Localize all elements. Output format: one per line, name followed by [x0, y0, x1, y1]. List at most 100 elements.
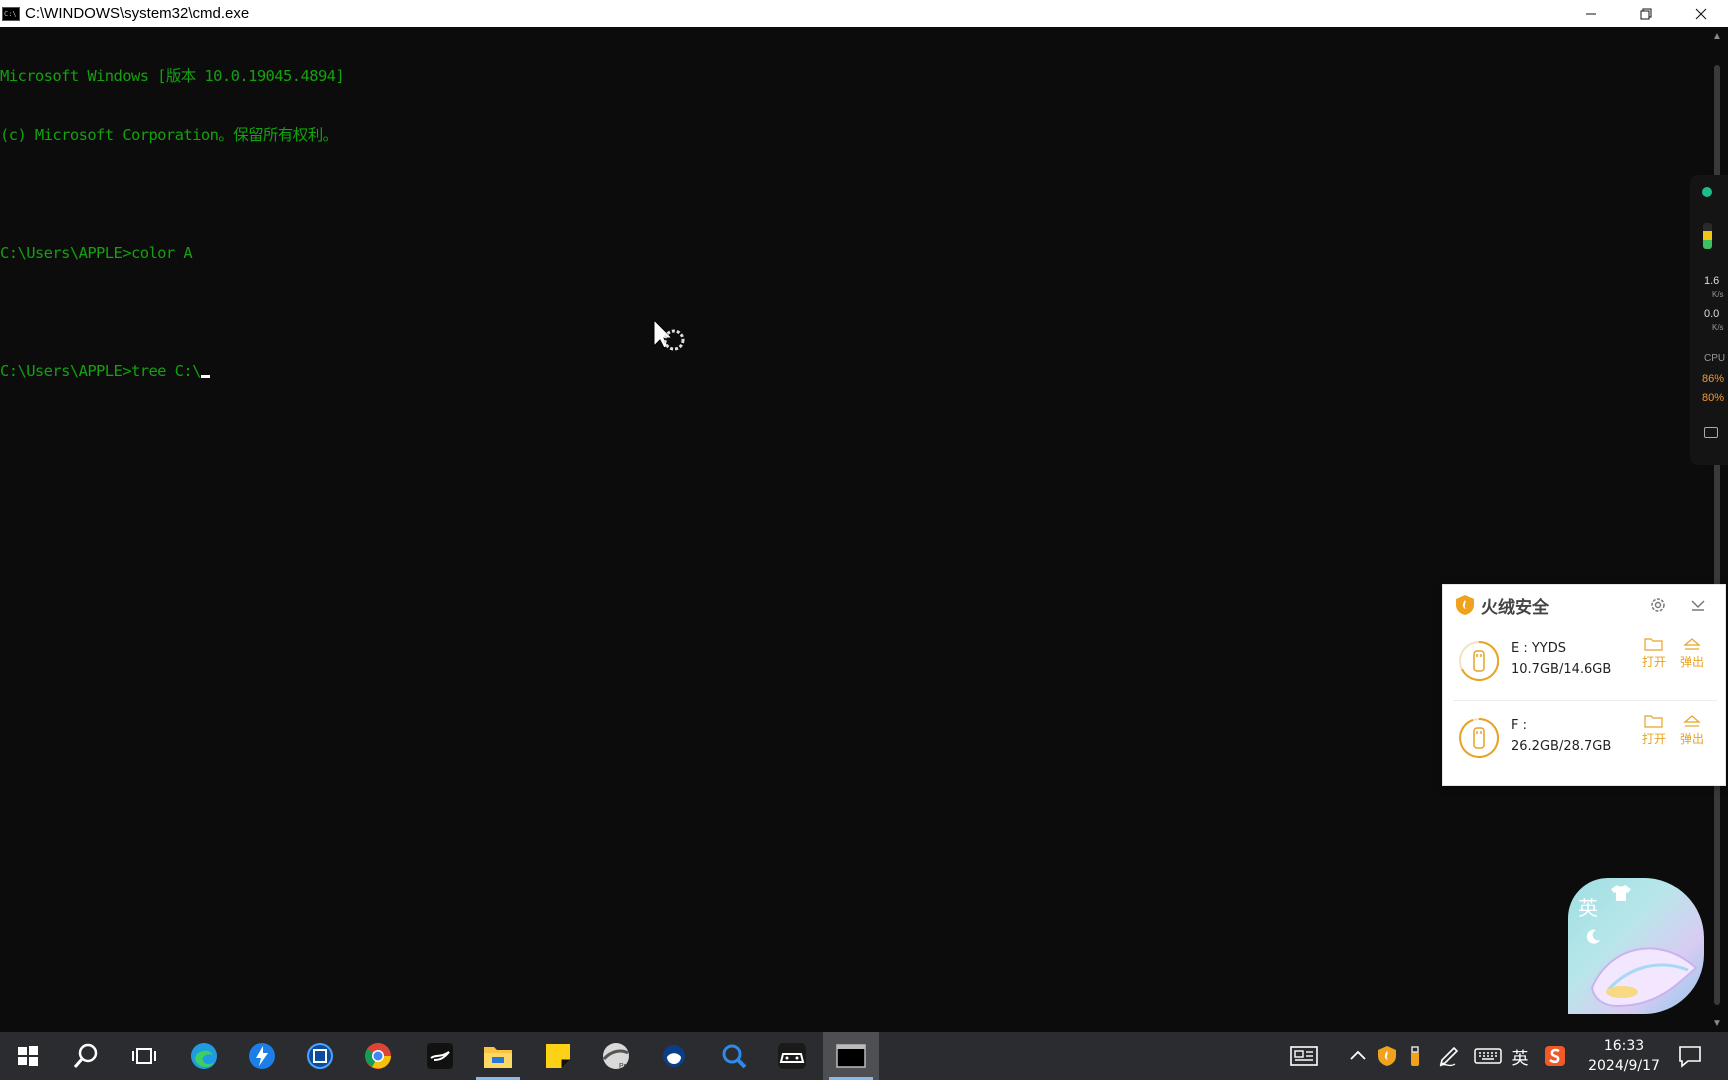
huorong-tray-icon[interactable]	[1375, 1044, 1399, 1068]
action-center-notification-icon[interactable]	[1678, 1044, 1702, 1068]
minimize-button[interactable]	[1563, 0, 1618, 27]
taskbar-app-file-explorer[interactable]	[470, 1032, 526, 1080]
taskbar-app-game[interactable]	[764, 1032, 820, 1080]
usb-device-icon[interactable]	[1403, 1044, 1427, 1068]
typora-icon	[427, 1043, 453, 1069]
download-speed: 0.0	[1704, 308, 1720, 320]
minimize-icon	[1585, 13, 1596, 14]
close-icon	[1695, 8, 1706, 19]
taskbar-app-typora[interactable]	[412, 1032, 468, 1080]
text-cursor	[200, 375, 210, 378]
eject-icon	[1683, 638, 1701, 650]
blue-app-icon	[663, 1045, 685, 1067]
chrome-icon	[365, 1043, 391, 1069]
popup-title: 火绒安全	[1481, 597, 1549, 618]
drive-size: 26.2GB/28.7GB	[1511, 739, 1612, 754]
eject-drive-button[interactable]: 弹出	[1677, 637, 1707, 670]
show-hidden-icons-chevron-icon[interactable]	[1346, 1044, 1370, 1068]
scroll-up-arrow-icon[interactable]: ▲	[1706, 27, 1728, 45]
pro-app-icon: Pro	[602, 1043, 630, 1070]
drive-name: F :	[1511, 718, 1527, 733]
drive-size: 10.7GB/14.6GB	[1511, 662, 1612, 677]
sogou-ime-icon[interactable]	[1543, 1044, 1567, 1068]
touch-keyboard-icon[interactable]	[1474, 1044, 1502, 1068]
download-unit: K/s	[1712, 323, 1724, 332]
memory-usage: 80%	[1702, 392, 1725, 404]
collapse-chevron-icon[interactable]	[1689, 595, 1707, 613]
huorong-logo-icon	[1456, 595, 1474, 615]
windows-start-icon	[18, 1046, 38, 1066]
taskbar-clock[interactable]: 16:33 2024/9/17	[1574, 1036, 1674, 1076]
cmd-app-icon[interactable]: C:\	[2, 6, 20, 21]
window-titlebar[interactable]: C:\ C:\WINDOWS\system32\cmd.exe	[0, 0, 1728, 27]
cmd-icon	[836, 1044, 866, 1068]
taskbar-app-sticky-notes[interactable]	[530, 1032, 586, 1080]
clock-time: 16:33	[1603, 1038, 1645, 1054]
input-language-indicator[interactable]: 英	[1508, 1044, 1532, 1069]
window-title: C:\WINDOWS\system32\cmd.exe	[25, 5, 250, 22]
ime-mode-indicator: 英	[1578, 896, 1598, 920]
eject-icon	[1683, 715, 1701, 727]
thunder-icon	[249, 1043, 275, 1069]
performance-monitor-widget[interactable]: 1.6 K/s 0.0 K/s CPU 86% 80%	[1690, 175, 1728, 465]
folder-open-icon	[1644, 715, 1663, 728]
pen-workspace-icon[interactable]	[1437, 1044, 1461, 1068]
upload-unit: K/s	[1712, 290, 1724, 299]
svg-text:Pro: Pro	[619, 1063, 630, 1070]
clock-date: 2024/9/17	[1588, 1058, 1660, 1074]
console-output[interactable]: Microsoft Windows [版本 10.0.19045.4894] (…	[0, 27, 1706, 1032]
news-widget-icon[interactable]	[1290, 1044, 1318, 1068]
start-button[interactable]	[0, 1032, 56, 1080]
seashell-icon	[1590, 947, 1698, 1008]
task-view-button[interactable]	[116, 1032, 172, 1080]
drive-item-e[interactable]: E : YYDS 10.7GB/14.6GB 打开 弹出	[1443, 625, 1727, 701]
console-prompt-line[interactable]: C:\Users\APPLE>tree C:\	[0, 362, 1706, 382]
taskbar-app-cmd[interactable]	[823, 1032, 879, 1080]
search-icon	[73, 1043, 98, 1068]
restore-button[interactable]	[1618, 0, 1673, 27]
taskbar-app-edge[interactable]	[176, 1032, 232, 1080]
taskbar-app-blue[interactable]	[292, 1032, 348, 1080]
taskbar-app-chrome[interactable]	[350, 1032, 406, 1080]
busy-cursor-icon	[653, 318, 685, 351]
taskbar-app-blue-circle[interactable]	[646, 1032, 702, 1080]
memory-bar-icon	[1703, 223, 1712, 249]
usb-drive-usage-icon	[1461, 641, 1499, 681]
scroll-down-arrow-icon[interactable]: ▼	[1706, 1014, 1728, 1032]
console-line: (c) Microsoft Corporation。保留所有权利。	[0, 126, 338, 144]
app-icon	[307, 1043, 333, 1069]
cpu-label: CPU	[1704, 353, 1726, 364]
sticky-notes-icon	[546, 1044, 570, 1068]
security-usb-popup[interactable]: 火绒安全 E : YYDS 10.7GB/14.6GB 打开 弹出 F: 26…	[1442, 584, 1726, 786]
folder-open-icon	[1644, 638, 1663, 651]
upload-speed: 1.6	[1704, 275, 1720, 287]
edge-icon	[191, 1043, 217, 1069]
taskbar-app-pro[interactable]: Pro	[588, 1032, 644, 1080]
game-controller-icon	[778, 1043, 806, 1069]
taskbar: Pro 英 16:33 2024/9/17	[0, 1032, 1728, 1080]
taskbar-app-magnifier[interactable]	[706, 1032, 762, 1080]
status-dot-icon	[1702, 187, 1712, 197]
open-drive-button[interactable]: 打开	[1639, 637, 1669, 670]
console-current-command: C:\Users\APPLE>tree C:\	[0, 362, 201, 380]
drive-item-f[interactable]: F : 26.2GB/28.7GB 打开 弹出	[1443, 702, 1727, 778]
file-explorer-icon	[484, 1047, 512, 1068]
close-button[interactable]	[1673, 0, 1728, 27]
task-view-icon	[132, 1048, 156, 1064]
shirt-icon	[1611, 885, 1631, 901]
eject-drive-button[interactable]: 弹出	[1677, 714, 1707, 747]
ime-mascot-widget[interactable]: 英	[1568, 878, 1704, 1014]
screenshot-icon[interactable]	[1704, 427, 1718, 438]
taskbar-app-thunder[interactable]	[234, 1032, 290, 1080]
console-line: Microsoft Windows [版本 10.0.19045.4894]	[0, 67, 345, 85]
settings-gear-icon[interactable]	[1649, 596, 1667, 614]
restore-icon	[1640, 8, 1651, 19]
search-button[interactable]	[58, 1032, 114, 1080]
open-drive-button[interactable]: 打开	[1639, 714, 1669, 747]
console-line: C:\Users\APPLE>color A	[0, 244, 193, 262]
cpu-usage: 86%	[1702, 373, 1725, 385]
divider	[1453, 700, 1717, 701]
magnifier-icon	[722, 1044, 747, 1069]
